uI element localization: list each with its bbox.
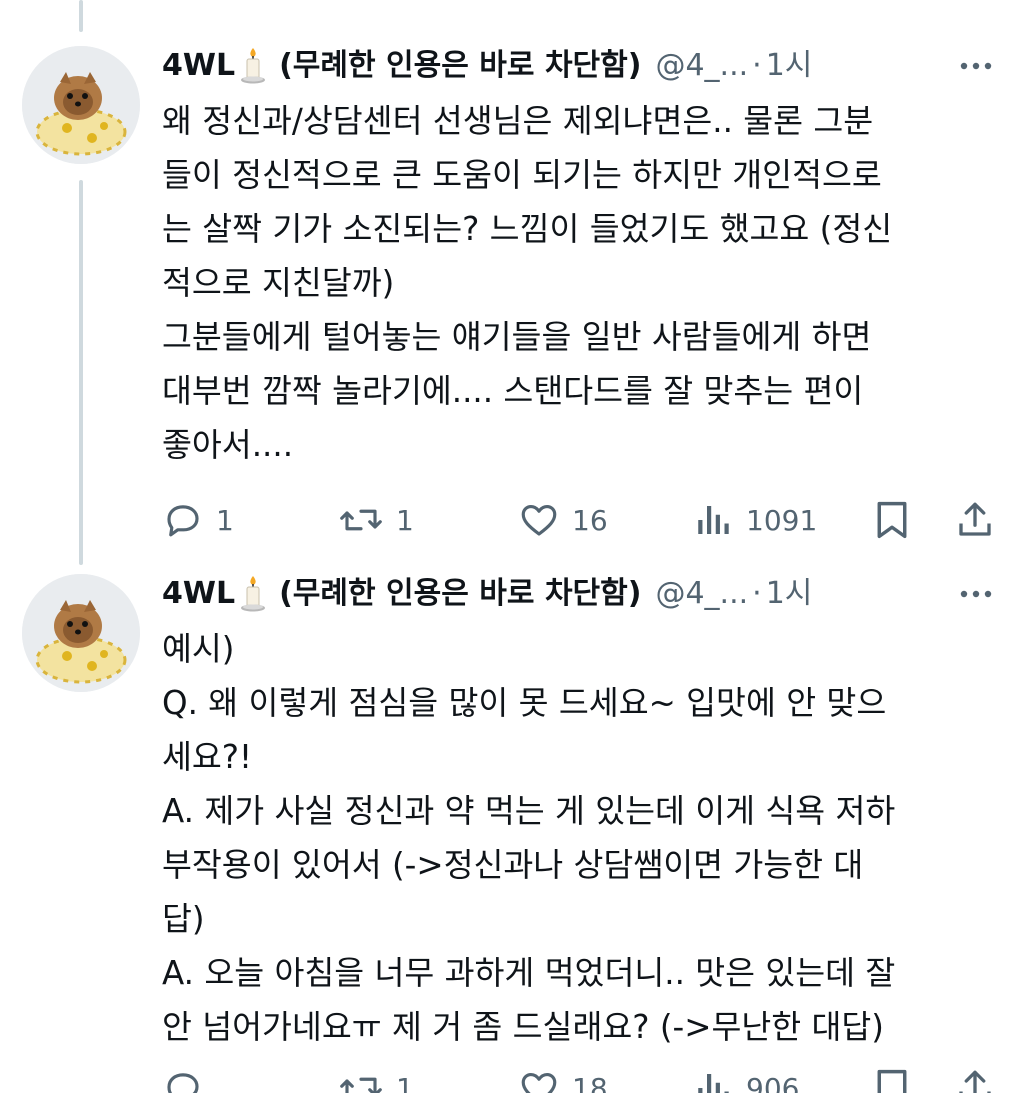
tweet-text-line: A. 제가 사실 정신과 약 먹는 게 있는데 이게 식욕 저하 [162,792,896,830]
reply-button[interactable] [162,1058,216,1093]
retweet-icon [340,1077,382,1093]
tweet-header: 4WL (무례한 인용은 바로 차단함) @4_... · 1시 [162,568,1002,620]
tweet-text-line: 좋아서.... [162,426,294,464]
heart-icon [521,504,557,536]
views-bar-chart-icon [698,506,729,534]
display-name[interactable]: 4WL [162,574,235,614]
tweet-text-line: 적으로 지친달까) [162,264,395,302]
tweet-text-line: 왜 정신과/상담센터 선생님은 제외냐면은.. 물론 그분 [162,102,874,140]
tweet-text-line: 들이 정신적으로 큰 도움이 되기는 하지만 개인적으로 [162,156,882,194]
bookmark-icon [877,501,907,539]
tweet-text-line: 는 살짝 기가 소진되는? 느낌이 들었기도 했고요 (정신 [162,210,893,248]
like-button[interactable]: 18 [518,1058,608,1093]
heart-icon [521,1072,557,1093]
avatar[interactable] [22,574,140,692]
retweet-count: 1 [396,1071,414,1093]
retweet-button[interactable]: 1 [338,490,414,550]
tweet-text-line: 예시) [162,630,235,668]
tweet-text-line: 세요?! [162,738,253,776]
reply-bubble-icon [167,505,199,537]
tweet-text-line: 부작용이 있어서 (->정신과나 상담쌤이면 가능한 대 [162,846,864,884]
view-count: 906 [746,1071,800,1093]
tweet-text-line: A. 오늘 아침을 너무 과하게 먹었더니.. 맛은 있는데 잘 [162,954,896,992]
candle-emoji-icon [241,576,266,612]
timeline: 4WL (무례한 인용은 바로 차단함) @4_... · 1시 왜 정신과/상… [0,0,1024,1093]
like-count: 18 [572,1071,608,1093]
share-button[interactable] [954,1058,996,1093]
candle-emoji-icon [241,48,266,84]
display-name-suffix[interactable]: (무례한 인용은 바로 차단함) [279,46,641,86]
thread-line-top [79,0,83,32]
user-handle[interactable]: @4_... [655,46,748,86]
share-button[interactable] [954,490,996,550]
timestamp[interactable]: 1시 [766,574,813,614]
like-count: 16 [572,503,608,537]
tweet-actions: 1 1 16 1091 [162,490,1002,550]
views-button[interactable]: 906 [694,1058,799,1093]
retweet-button[interactable]: 1 [338,1058,414,1093]
bookmark-button[interactable] [872,1058,912,1093]
bookmark-icon [877,1069,907,1093]
tweet-content: 4WL (무례한 인용은 바로 차단함) @4_... · 1시 [162,568,1002,1093]
tweet-text-line: 답) [162,900,205,938]
avatar[interactable] [22,46,140,164]
more-dots-icon[interactable] [956,52,996,80]
tweet-text-line: 대부번 깜짝 놀라기에.... 스탠다드를 잘 맞추는 편이 [162,372,864,410]
tweet-text: 예시) Q. 왜 이렇게 점심을 많이 못 드세요~ 입맛에 안 맞으 세요?!… [162,622,1002,1054]
share-upload-icon [959,1070,991,1093]
display-name-suffix[interactable]: (무례한 인용은 바로 차단함) [279,574,641,614]
timestamp[interactable]: 1시 [766,46,813,86]
tweet-content: 4WL (무례한 인용은 바로 차단함) @4_... · 1시 [162,40,1002,550]
separator-dot: · [752,576,762,611]
views-button[interactable]: 1091 [694,490,817,550]
retweet-icon [340,509,382,531]
tweet-text-line: 그분들에게 털어놓는 얘기들을 일반 사람들에게 하면 [162,318,872,356]
reply-button[interactable]: 1 [162,490,234,550]
tweet-text-line: Q. 왜 이렇게 점심을 많이 못 드세요~ 입맛에 안 맞으 [162,684,887,722]
display-name[interactable]: 4WL [162,46,235,86]
more-dots-icon[interactable] [956,580,996,608]
separator-dot: · [752,48,762,83]
tweet-actions: 1 18 906 [162,1058,1002,1093]
tweet-text-line: 안 넘어가네요ㅠ 제 거 좀 드실래요? (->무난한 대답) [162,1008,884,1046]
reply-bubble-icon [167,1073,199,1093]
retweet-count: 1 [396,503,414,537]
thread-connector-line [79,180,83,565]
like-button[interactable]: 16 [518,490,608,550]
reply-count: 1 [216,503,234,537]
tweet-text: 왜 정신과/상담센터 선생님은 제외냐면은.. 물론 그분 들이 정신적으로 큰… [162,94,1002,472]
user-handle[interactable]: @4_... [655,574,748,614]
views-bar-chart-icon [698,1074,729,1093]
tweet-header: 4WL (무례한 인용은 바로 차단함) @4_... · 1시 [162,40,1002,92]
bookmark-button[interactable] [872,490,912,550]
view-count: 1091 [746,503,818,537]
share-upload-icon [959,502,991,536]
